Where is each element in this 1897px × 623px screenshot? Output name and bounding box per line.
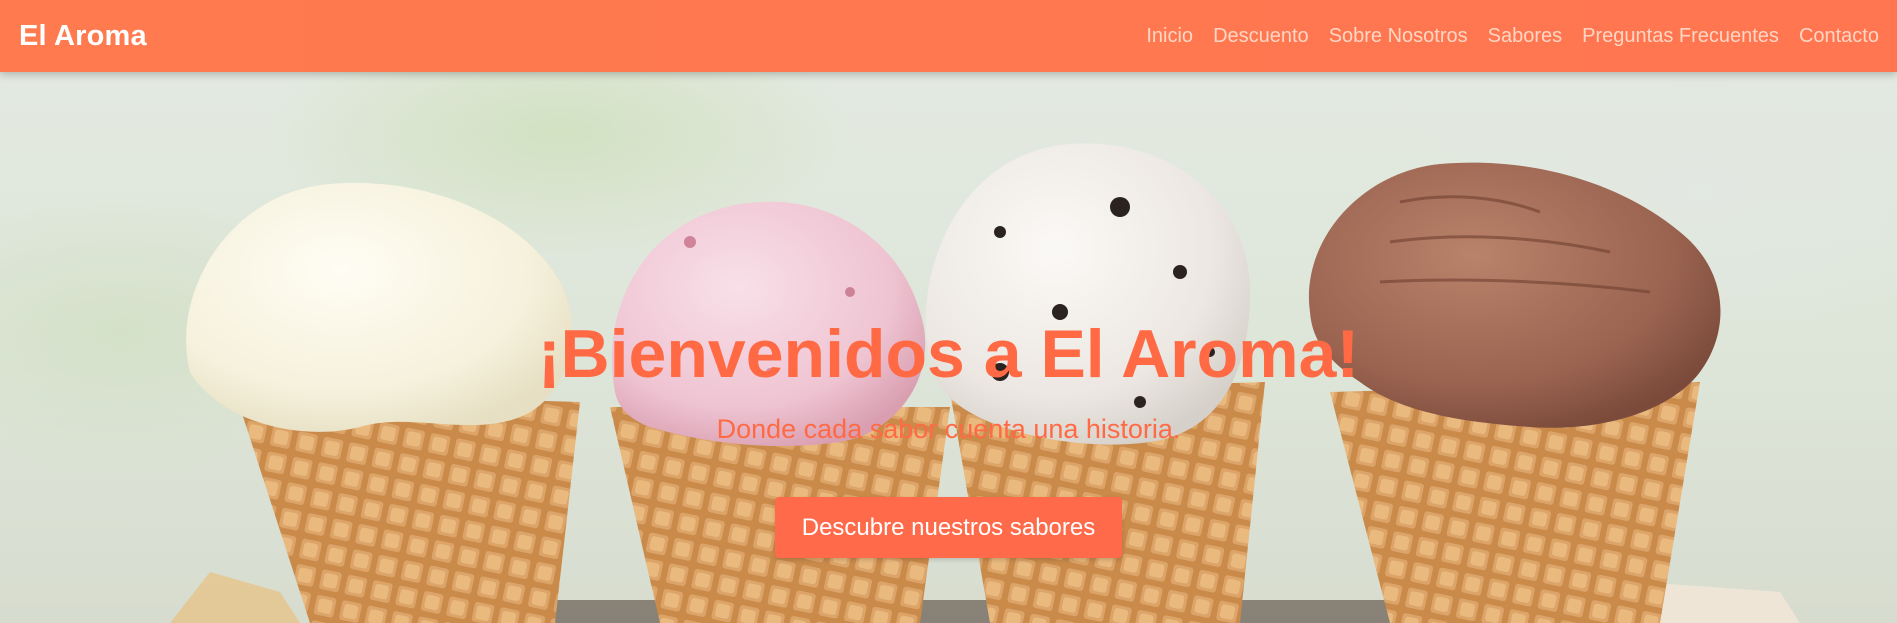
nav-link-sobre-nosotros[interactable]: Sobre Nosotros [1329, 25, 1468, 48]
hero-section: ¡Bienvenidos a El Aroma! Donde cada sabo… [0, 72, 1897, 623]
nav-link-preguntas-frecuentes[interactable]: Preguntas Frecuentes [1582, 25, 1779, 48]
nav-link-contacto[interactable]: Contacto [1799, 25, 1879, 48]
brand-logo[interactable]: El Aroma [19, 20, 147, 53]
hero-subtitle: Donde cada sabor cuenta una historia. [716, 414, 1181, 444]
hero-content: ¡Bienvenidos a El Aroma! Donde cada sabo… [0, 72, 1897, 623]
discover-flavors-button[interactable]: Descubre nuestros sabores [775, 497, 1122, 558]
nav-link-inicio[interactable]: Inicio [1146, 25, 1193, 48]
nav-link-descuento[interactable]: Descuento [1213, 25, 1309, 48]
nav-links: Inicio Descuento Sobre Nosotros Sabores … [1146, 25, 1879, 48]
nav-link-sabores[interactable]: Sabores [1488, 25, 1563, 48]
navbar: El Aroma Inicio Descuento Sobre Nosotros… [0, 0, 1897, 72]
hero-title: ¡Bienvenidos a El Aroma! [537, 316, 1360, 392]
